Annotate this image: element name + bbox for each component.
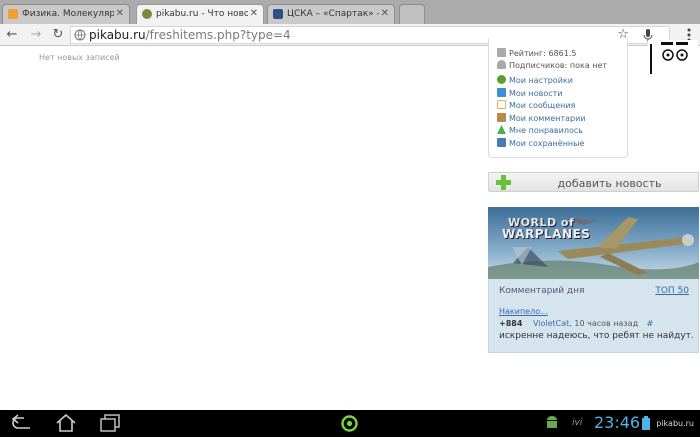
- avatar[interactable]: [648, 40, 698, 74]
- news-icon: [497, 88, 506, 97]
- add-news-button[interactable]: добавить новость: [488, 172, 699, 192]
- saved-link[interactable]: Мои сохранённые: [497, 138, 584, 149]
- tab-cska[interactable]: ЦСКА – «Спартак» - 1 ✕: [267, 4, 395, 24]
- my-news-link[interactable]: Мои новости: [497, 88, 563, 99]
- saved-icon: [497, 138, 506, 147]
- tab-pikabu[interactable]: pikabu.ru - Что нового ✕: [136, 4, 264, 24]
- system-navigation-bar: ivi 23:46 pikabu.ru: [0, 410, 700, 437]
- home-nav-icon[interactable]: [55, 414, 77, 432]
- user-icon: [497, 60, 506, 69]
- comment-time: 10 часов назад: [574, 319, 639, 328]
- liked-link[interactable]: Мне понравилось: [497, 125, 583, 136]
- comment-of-day-panel: Комментарий дня ТОП 50 Накипело... +884 …: [488, 279, 699, 353]
- like-icon: [497, 125, 506, 134]
- back-button[interactable]: ←: [3, 26, 21, 44]
- envelope-icon: [497, 100, 506, 109]
- subscribers-line: Подписчиков: пока нет: [497, 60, 607, 71]
- my-settings-link[interactable]: Мои настройки: [497, 75, 573, 86]
- assistant-circle-icon[interactable]: [341, 415, 358, 432]
- back-nav-icon[interactable]: [10, 414, 32, 432]
- close-tab-icon[interactable]: ✕: [116, 8, 124, 19]
- reload-button[interactable]: ↻: [49, 26, 67, 44]
- favicon-icon: [8, 9, 18, 19]
- empty-feed-message: Нет новых записей: [39, 53, 120, 62]
- new-tab-button[interactable]: [399, 4, 425, 24]
- comment-icon: [497, 113, 506, 122]
- comment-permalink[interactable]: #: [647, 319, 654, 328]
- comment-of-day-title: Комментарий дня: [499, 286, 585, 296]
- my-messages-link[interactable]: Мои сообщения: [497, 100, 575, 111]
- tab-title: pikabu.ru - Что нового: [156, 9, 248, 19]
- battery-icon: [642, 416, 650, 430]
- comment-meta: +884 VioletCat, 10 часов назад #: [499, 319, 654, 328]
- comment-score: +884: [499, 319, 523, 328]
- android-icon: [547, 416, 557, 428]
- close-tab-icon[interactable]: ✕: [250, 8, 258, 19]
- globe-icon: [74, 29, 86, 41]
- close-tab-icon[interactable]: ✕: [381, 8, 389, 19]
- ad-banner[interactable]: WORLD of WARPLANES: [488, 207, 699, 279]
- url-text: pikabu.ru/freshitems.php?type=4: [89, 28, 291, 42]
- gear-icon: [497, 75, 506, 84]
- post-link[interactable]: Накипело...: [499, 307, 548, 316]
- tab-title: ЦСКА – «Спартак» - 1: [287, 9, 379, 19]
- ivi-icon: ivi: [572, 418, 583, 428]
- tab-strip: Физика. Молекулярная ✕ pikabu.ru - Что н…: [0, 0, 700, 24]
- favicon-icon: [273, 9, 283, 19]
- tab-physics[interactable]: Физика. Молекулярная ✕: [2, 4, 130, 24]
- clock[interactable]: 23:46: [594, 413, 640, 432]
- comment-author-link[interactable]: VioletCat: [533, 319, 569, 328]
- my-comments-link[interactable]: Мои комментарии: [497, 113, 586, 124]
- top50-link[interactable]: ТОП 50: [655, 286, 689, 296]
- pikabu-favicon-icon: [142, 9, 152, 19]
- tab-title: Физика. Молекулярная: [22, 9, 114, 19]
- profile-panel: Рейтинг: 6861.5 Подписчиков: пока нет Мо…: [488, 38, 628, 158]
- chart-icon: [497, 48, 506, 57]
- banner-logo-line2: WARPLANES: [502, 227, 591, 241]
- comment-text: искренне надеюсь, что ребят не найдут.: [499, 331, 694, 341]
- add-news-label: добавить новость: [557, 177, 662, 190]
- watermark: pikabu.ru: [656, 419, 694, 428]
- recent-apps-icon[interactable]: [99, 414, 121, 432]
- rating-line: Рейтинг: 6861.5: [497, 48, 576, 59]
- forward-button[interactable]: →: [27, 26, 45, 44]
